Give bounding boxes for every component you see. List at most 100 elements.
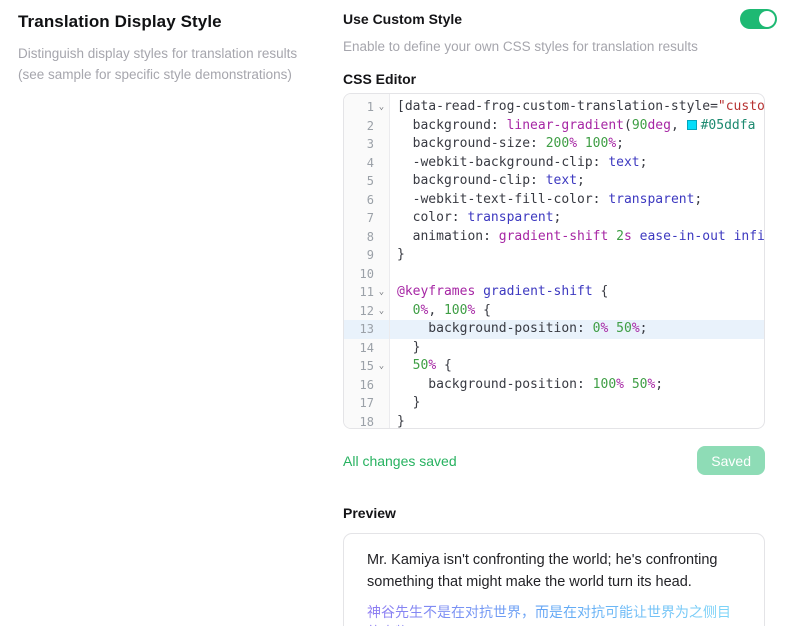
code-token xyxy=(726,229,734,244)
code-token: gradient-shift xyxy=(483,284,593,299)
code-token: ; xyxy=(554,210,562,225)
code-token: % xyxy=(632,321,640,336)
fold-arrow-icon[interactable]: ⌄ xyxy=(374,357,389,376)
line-number: 11 xyxy=(360,283,374,302)
use-custom-style-label: Use Custom Style xyxy=(343,11,462,27)
editor-line[interactable]: background-size: 200% 100%; xyxy=(390,135,764,154)
code-token: #05ddfa xyxy=(701,118,756,133)
line-number: 4 xyxy=(367,154,374,173)
code-token: s xyxy=(624,229,632,244)
code-token: background-position: xyxy=(397,321,593,336)
line-number: 6 xyxy=(367,191,374,210)
editor-line[interactable]: color: transparent; xyxy=(390,209,764,228)
editor-line[interactable]: background-position: 100% 50%; xyxy=(390,376,764,395)
code-token: color: xyxy=(397,210,467,225)
code-token: 50 xyxy=(632,377,648,392)
code-token: { xyxy=(475,303,491,318)
gutter-line: 6 xyxy=(344,191,389,210)
gutter-line: 18 xyxy=(344,413,389,430)
code-token: 100 xyxy=(585,136,608,151)
line-number: 9 xyxy=(367,246,374,265)
code-token: 0 xyxy=(593,321,601,336)
gutter-line: 12⌄ xyxy=(344,302,389,321)
line-number: 14 xyxy=(360,339,374,358)
editor-line[interactable]: } xyxy=(390,339,764,358)
code-token: gradient-shift xyxy=(499,229,609,244)
code-token: 2 xyxy=(616,229,624,244)
code-token: @keyframes xyxy=(397,284,475,299)
line-number: 16 xyxy=(360,376,374,395)
editor-gutter: 1⌄234567891011⌄12⌄131415⌄161718 xyxy=(344,94,390,428)
editor-line[interactable]: background: linear-gradient(90deg, #05dd… xyxy=(390,117,764,136)
editor-line[interactable]: background-clip: text; xyxy=(390,172,764,191)
fold-arrow-icon[interactable]: ⌄ xyxy=(374,283,389,302)
gutter-line: 8 xyxy=(344,228,389,247)
code-token: % xyxy=(616,377,624,392)
editor-line[interactable]: -webkit-background-clip: text; xyxy=(390,154,764,173)
editor-line[interactable]: } xyxy=(390,413,764,429)
editor-line[interactable] xyxy=(390,265,764,284)
line-number: 7 xyxy=(367,209,374,228)
toggle-knob-icon xyxy=(759,11,775,27)
code-token: % xyxy=(428,358,436,373)
gutter-line: 5 xyxy=(344,172,389,191)
gutter-line: 4 xyxy=(344,154,389,173)
gutter-line: 9 xyxy=(344,246,389,265)
fold-arrow-icon[interactable]: ⌄ xyxy=(374,98,389,117)
preview-translation-text: 神谷先生不是在对抗世界，而是在对抗可能让世界为之侧目的事物。 xyxy=(367,602,742,626)
code-token: } xyxy=(397,340,420,355)
editor-line[interactable]: 50% { xyxy=(390,357,764,376)
css-editor[interactable]: 1⌄234567891011⌄12⌄131415⌄161718 [data-re… xyxy=(343,93,765,429)
editor-line[interactable]: } xyxy=(390,246,764,265)
gutter-line: 15⌄ xyxy=(344,357,389,376)
editor-line[interactable]: animation: gradient-shift 2s ease-in-out… xyxy=(390,228,764,247)
line-number: 3 xyxy=(367,135,374,154)
code-token: ; xyxy=(616,136,624,151)
preview-label: Preview xyxy=(343,505,765,521)
code-token: { xyxy=(593,284,609,299)
line-number: 13 xyxy=(360,320,374,339)
line-number: 15 xyxy=(360,357,374,376)
code-token xyxy=(632,229,640,244)
code-token: background: xyxy=(397,118,507,133)
line-number: 18 xyxy=(360,413,374,430)
editor-line[interactable]: 0%, 100% { xyxy=(390,302,764,321)
code-token: -webkit-text-fill-color: xyxy=(397,192,608,207)
code-token: [data-read-frog-custom-translation-style… xyxy=(397,99,718,114)
preview-box: Mr. Kamiya isn't confronting the world; … xyxy=(343,533,765,626)
use-custom-style-toggle[interactable] xyxy=(740,9,777,29)
fold-arrow-icon[interactable]: ⌄ xyxy=(374,302,389,321)
code-token: animation: xyxy=(397,229,499,244)
gutter-line: 16 xyxy=(344,376,389,395)
editor-line[interactable]: [data-read-frog-custom-translation-style… xyxy=(390,98,764,117)
code-token: background-size: xyxy=(397,136,546,151)
page-title: Translation Display Style xyxy=(18,12,343,32)
editor-code-area[interactable]: [data-read-frog-custom-translation-style… xyxy=(390,94,764,428)
code-token: ; xyxy=(640,155,648,170)
gutter-line: 3 xyxy=(344,135,389,154)
code-token xyxy=(397,358,413,373)
editor-line[interactable]: } xyxy=(390,394,764,413)
code-token: % xyxy=(608,136,616,151)
use-custom-style-description: Enable to define your own CSS styles for… xyxy=(343,39,765,54)
editor-line[interactable]: @keyframes gradient-shift { xyxy=(390,283,764,302)
code-token: transparent xyxy=(467,210,553,225)
code-token: linear-gradient xyxy=(507,118,624,133)
use-custom-style-row: Use Custom Style xyxy=(343,8,765,30)
settings-page: Translation Display Style Distinguish di… xyxy=(0,0,800,626)
line-number: 5 xyxy=(367,172,374,191)
gutter-line: 13 xyxy=(344,320,389,339)
line-number: 1 xyxy=(367,98,374,117)
code-token: 50 xyxy=(616,321,632,336)
gutter-line: 10 xyxy=(344,265,389,284)
code-token: ; xyxy=(577,173,585,188)
editor-line[interactable]: background-position: 0% 50%; xyxy=(390,320,764,339)
saved-button[interactable]: Saved xyxy=(697,446,765,475)
editor-line[interactable]: -webkit-text-fill-color: transparent; xyxy=(390,191,764,210)
line-number: 10 xyxy=(360,265,374,284)
color-swatch-icon[interactable] xyxy=(687,120,697,130)
code-token: ( xyxy=(624,118,632,133)
code-token: } xyxy=(397,247,405,262)
gutter-line: 1⌄ xyxy=(344,98,389,117)
code-token: % xyxy=(569,136,577,151)
